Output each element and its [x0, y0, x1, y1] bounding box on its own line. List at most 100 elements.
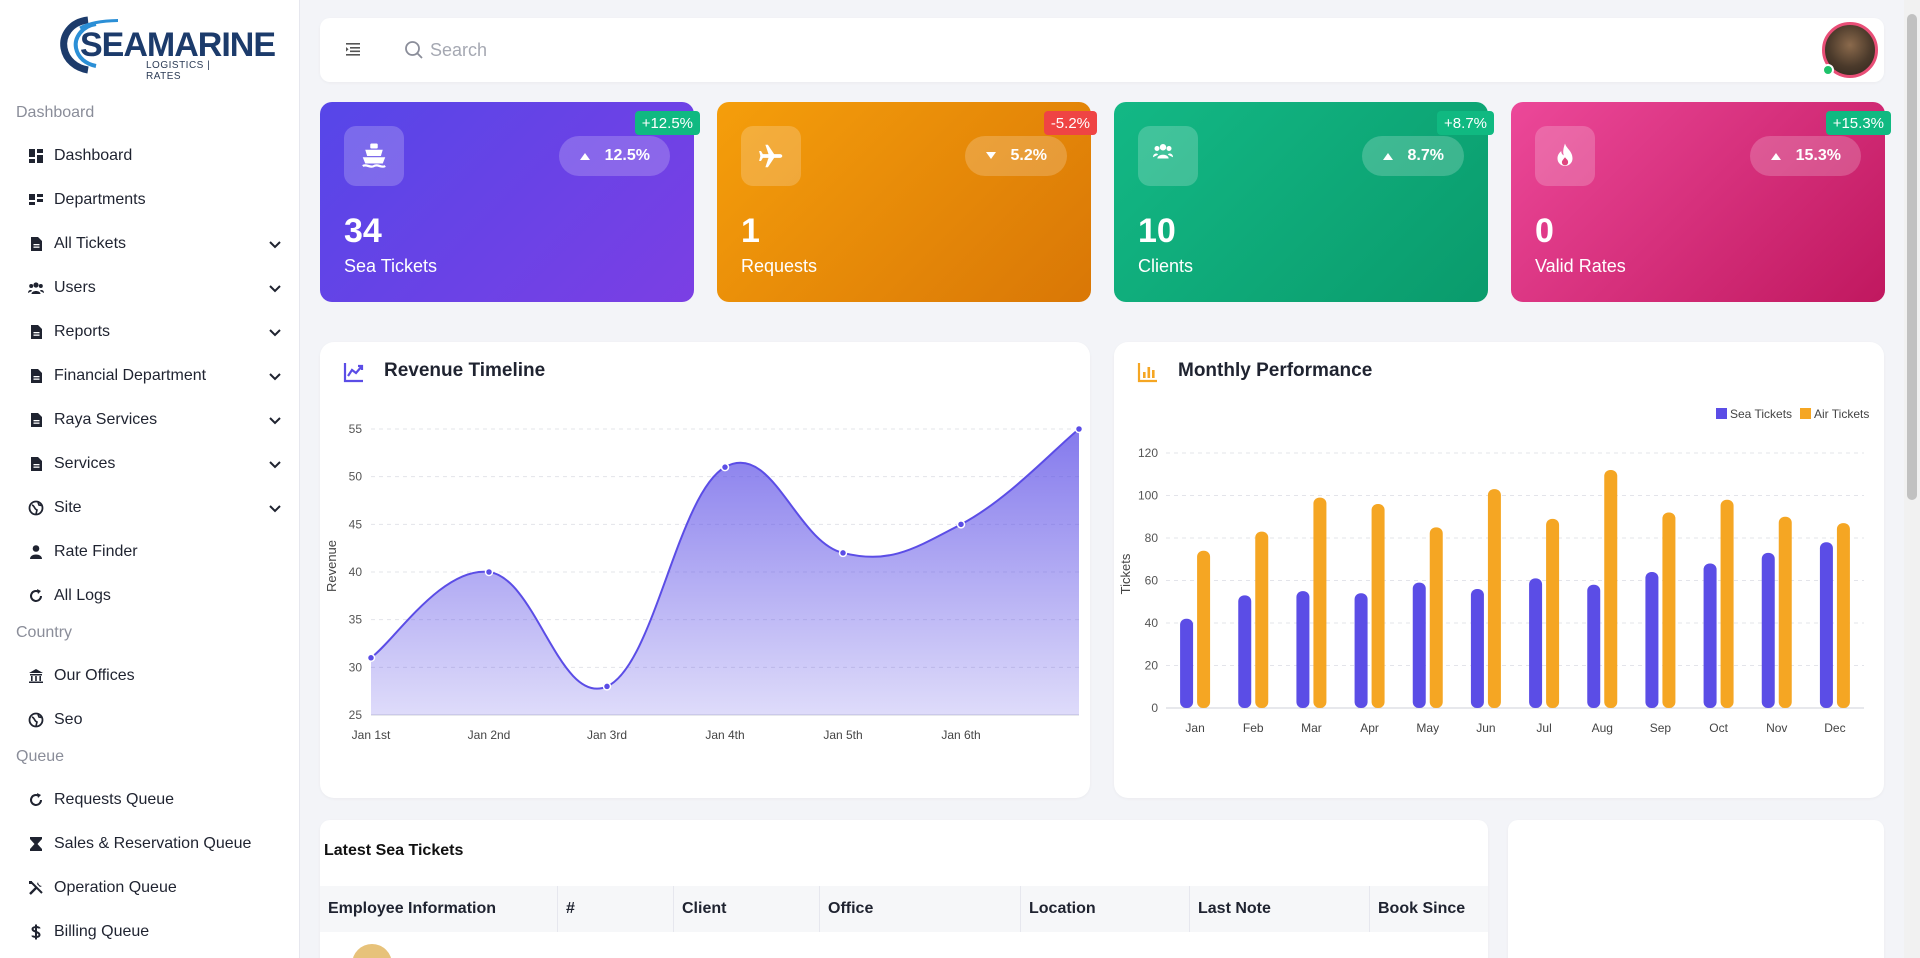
stat-change-value: 8.7%: [1407, 147, 1444, 164]
dashboard-icon: [29, 149, 43, 163]
column-header[interactable]: Client: [674, 886, 820, 932]
sea-tickets-bar: [1238, 595, 1252, 708]
y-tick-label: 40: [1145, 616, 1159, 630]
arrow-up-icon: [579, 153, 590, 160]
chevron-down-icon[interactable]: [267, 280, 283, 296]
x-tick-label: Dec: [1824, 721, 1845, 735]
x-tick-label: May: [1416, 721, 1439, 735]
sidebar-item-billing-queue[interactable]: Billing Queue: [28, 914, 283, 950]
stat-icon-box: [741, 126, 801, 186]
sea-tickets-bar: [1645, 572, 1659, 708]
sidebar-item-requests-queue[interactable]: Requests Queue: [28, 782, 283, 818]
column-header[interactable]: Last Note: [1190, 886, 1370, 932]
table-title: Latest Sea Tickets: [324, 842, 464, 859]
sidebar-item-financial-department[interactable]: Financial Department: [28, 358, 283, 394]
x-tick-label: Jan 5th: [823, 728, 862, 742]
stat-trend-badge: -5.2%: [1043, 111, 1097, 135]
y-tick-label: 45: [349, 517, 363, 531]
stat-value: 1: [741, 212, 760, 250]
stat-card-clients[interactable]: 8.7% 10 Clients +8.7%: [1114, 102, 1494, 302]
sidebar-item-dashboard[interactable]: Dashboard: [28, 138, 283, 174]
side-info-panel: [1508, 820, 1884, 958]
search-input[interactable]: [430, 32, 1030, 68]
document-icon: [31, 325, 42, 339]
building-icon: [29, 669, 43, 683]
stat-card-valid-rates[interactable]: 15.3% 0 Valid Rates +15.3%: [1511, 102, 1891, 302]
sidebar-item-raya-services[interactable]: Raya Services: [28, 402, 283, 438]
sidebar-item-reports[interactable]: Reports: [28, 314, 283, 350]
air-tickets-bar: [1662, 512, 1676, 708]
sidebar: SEAMARINE LOGISTICS | RATES Dashboard Das…: [0, 0, 300, 958]
stat-change-pill: 15.3%: [1749, 136, 1861, 176]
employee-avatar: [352, 944, 392, 958]
stat-card-requests[interactable]: 5.2% 1 Requests -5.2%: [717, 102, 1097, 302]
chevron-down-icon[interactable]: [267, 324, 283, 340]
page-scrollbar[interactable]: [1904, 0, 1920, 958]
sidebar-item-operation-queue[interactable]: Operation Queue: [28, 870, 283, 906]
column-header[interactable]: Office: [820, 886, 1021, 932]
chevron-down-icon[interactable]: [267, 368, 283, 384]
sea-tickets-bar: [1703, 563, 1717, 708]
sea-tickets-bar: [1587, 584, 1601, 708]
revenue-timeline-panel: Revenue Timeline 25 30 35 40 45 50 55 Jan 1st Ja…: [320, 342, 1090, 798]
column-header[interactable]: #: [558, 886, 674, 932]
sidebar-item-seo[interactable]: Seo: [28, 702, 283, 738]
stat-icon-box: [344, 126, 404, 186]
scroll-thumb[interactable]: [1907, 14, 1917, 500]
column-header[interactable]: Book Since: [1370, 886, 1488, 932]
document-icon: [31, 413, 42, 427]
stat-trend-badge: +15.3%: [1825, 111, 1891, 135]
stat-label: Sea Tickets: [344, 256, 438, 276]
legend-label: Sea Tickets: [1730, 407, 1792, 421]
table-header: Employee Information # Client Office Locatio…: [320, 886, 1488, 932]
sidebar-item-users[interactable]: Users: [28, 270, 283, 306]
y-tick-label: 25: [349, 708, 363, 722]
stat-change-pill: 8.7%: [1361, 136, 1464, 176]
air-tickets-bar: [1487, 489, 1501, 708]
sidebar-item-label: Sales & Reservation Queue: [54, 835, 252, 852]
menu-toggle-icon[interactable]: [344, 40, 362, 58]
sidebar-item-services[interactable]: Services: [28, 446, 283, 482]
air-tickets-bar: [1313, 497, 1327, 708]
performance-chart: 0 20 40 60 80 100 120 Jan Feb Mar Apr May Jun Jul Aug S…: [1118, 407, 1869, 735]
chevron-down-icon[interactable]: [267, 456, 283, 472]
stat-change-value: 5.2%: [1010, 147, 1047, 164]
column-header[interactable]: Employee Information: [320, 886, 558, 932]
sidebar-item-site[interactable]: Site: [28, 490, 283, 526]
y-tick-label: 80: [1145, 531, 1159, 545]
sea-tickets-bar: [1761, 552, 1775, 708]
sidebar-item-our-offices[interactable]: Our Offices: [28, 658, 283, 694]
air-tickets-bar: [1371, 504, 1385, 708]
revenue-point: [956, 520, 966, 529]
chevron-down-icon[interactable]: [267, 412, 283, 428]
sea-tickets-bar: [1354, 593, 1368, 708]
sidebar-item-all-logs[interactable]: All Logs: [28, 578, 283, 614]
sidebar-item-rate-finder[interactable]: Rate Finder: [28, 534, 283, 570]
air-tickets-bar: [1546, 518, 1560, 708]
x-tick-label: Jan 1st: [352, 728, 391, 742]
sidebar-item-departments[interactable]: Departments: [28, 182, 283, 218]
refresh-icon: [30, 589, 42, 602]
users-icon: [1153, 144, 1173, 159]
sidebar-item-label: Billing Queue: [54, 923, 150, 940]
globe-icon: [28, 500, 44, 516]
x-tick-label: Oct: [1709, 721, 1728, 735]
air-tickets-bar: [1255, 531, 1269, 708]
y-tick-label: 20: [1145, 659, 1159, 673]
y-tick-label: 100: [1138, 489, 1158, 503]
y-tick-label: 40: [349, 565, 363, 579]
sidebar-item-all-tickets[interactable]: All Tickets: [28, 226, 283, 262]
brand-logo[interactable]: SEAMARINE LOGISTICS | RATES: [58, 14, 276, 82]
topbar: [320, 18, 1884, 82]
stat-icon-box: [1535, 126, 1595, 186]
chevron-down-icon[interactable]: [267, 236, 283, 252]
arrow-up-icon: [1382, 153, 1393, 160]
sidebar-item-sales-reservation-queue[interactable]: Sales & Reservation Queue: [28, 826, 283, 862]
column-header[interactable]: Location: [1021, 886, 1190, 932]
sidebar-section-title: Country: [16, 624, 73, 641]
stat-card-sea-tickets[interactable]: 12.5% 34 Sea Tickets +12.5%: [320, 102, 700, 302]
ship-icon: [362, 143, 386, 168]
globe-icon: [28, 712, 44, 728]
chevron-down-icon[interactable]: [267, 500, 283, 516]
sidebar-item-label: All Tickets: [54, 235, 127, 252]
